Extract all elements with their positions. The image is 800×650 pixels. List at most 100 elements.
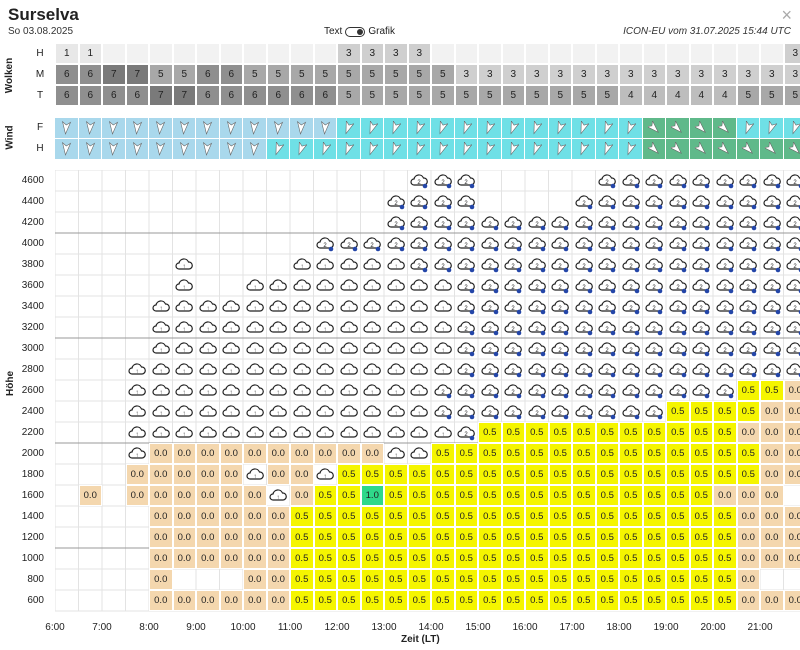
svg-text:↑: ↑ xyxy=(159,432,162,438)
cumulus-icon: ↑ xyxy=(384,380,408,401)
thermal-cell: 0.0 xyxy=(760,548,784,569)
svg-text:↑: ↑ xyxy=(418,327,421,333)
thermal-cell: 0.5 xyxy=(478,464,502,485)
cloud-cell: 5 xyxy=(572,85,596,106)
wind-arrow-icon xyxy=(548,139,572,160)
thermal-cell: 0.0 xyxy=(172,443,196,464)
cloud-row-label: T xyxy=(36,90,44,101)
cloud-cell: 3 xyxy=(619,64,643,85)
thermal-cell: 0.0 xyxy=(219,548,243,569)
svg-text:↑: ↑ xyxy=(347,327,350,333)
thermal-cell: 0.5 xyxy=(290,569,314,590)
svg-text:↑: ↑ xyxy=(394,432,397,438)
rain-cloud-icon: 2 xyxy=(666,275,690,296)
cloud-cell: 5 xyxy=(384,64,408,85)
svg-text:↑: ↑ xyxy=(277,432,280,438)
toggle-text-label: Text xyxy=(324,26,343,37)
cumulus-icon: ↑ xyxy=(220,296,244,317)
cloud-cell xyxy=(454,43,478,64)
wind-row-label: F xyxy=(36,122,44,133)
rain-cloud-icon: 2 xyxy=(596,212,620,233)
x-tick-label: 19:00 xyxy=(653,622,679,633)
rain-cloud-icon: 2 xyxy=(455,254,479,275)
thermal-cell: 0.0 xyxy=(783,422,800,443)
thermal-cell: 0.5 xyxy=(431,464,455,485)
thermal-cell: 0.5 xyxy=(360,569,384,590)
rain-cloud-icon: 2 xyxy=(760,170,784,191)
wind-arrow-icon xyxy=(736,139,760,160)
wind-arrow-icon xyxy=(666,139,690,160)
thermal-cell: 0.5 xyxy=(478,485,502,506)
rain-cloud-icon: 2 xyxy=(690,380,714,401)
cumulus-icon: ↑ xyxy=(431,338,455,359)
cumulus-icon: ↑ xyxy=(220,338,244,359)
wind-arrow-icon xyxy=(290,118,314,139)
thermal-cell: 0.5 xyxy=(384,527,408,548)
svg-text:↑: ↑ xyxy=(418,348,421,354)
thermal-cell: 0.5 xyxy=(619,443,643,464)
thermal-cell: 0.0 xyxy=(290,485,314,506)
rain-cloud-icon: 2 xyxy=(619,338,643,359)
cumulus-icon: ↑ xyxy=(431,359,455,380)
cumulus-icon: ↑ xyxy=(290,359,314,380)
thermal-cell: 0.5 xyxy=(642,569,666,590)
cloud-row-label: H xyxy=(36,48,44,59)
view-toggle[interactable]: Text Grafik xyxy=(324,26,395,37)
cloud-cell: 6 xyxy=(102,85,126,106)
thermal-cell: 0.0 xyxy=(783,548,800,569)
svg-text:↑: ↑ xyxy=(371,432,374,438)
svg-text:↑: ↑ xyxy=(253,390,256,396)
cumulus-icon: ↑ xyxy=(149,401,173,422)
wind-arrow-icon xyxy=(313,118,337,139)
close-icon[interactable]: × xyxy=(781,6,792,24)
rain-cloud-icon: 2 xyxy=(549,233,573,254)
svg-text:↑: ↑ xyxy=(418,369,421,375)
svg-text:↑: ↑ xyxy=(183,348,186,354)
cumulus-icon: ↑ xyxy=(384,338,408,359)
wind-arrow-icon xyxy=(149,139,173,160)
svg-text:↑: ↑ xyxy=(371,369,374,375)
thermal-cell: 0.5 xyxy=(713,422,737,443)
cloud-cell: 5 xyxy=(525,85,549,106)
cloud-cell xyxy=(290,43,314,64)
wind-arrow-icon xyxy=(501,139,525,160)
svg-text:↑: ↑ xyxy=(371,264,374,270)
wind-arrow-icon xyxy=(384,139,408,160)
svg-text:↑: ↑ xyxy=(371,390,374,396)
wind-arrow-icon xyxy=(102,139,126,160)
cloud-cell xyxy=(572,43,596,64)
rain-cloud-icon: 2 xyxy=(478,275,502,296)
cloud-cell: 5 xyxy=(337,64,361,85)
svg-text:↑: ↑ xyxy=(324,264,327,270)
thermal-cell: 0.5 xyxy=(501,422,525,443)
svg-text:↑: ↑ xyxy=(206,369,209,375)
thermal-cell: 0.5 xyxy=(760,380,784,401)
x-tick-label: 11:00 xyxy=(277,622,303,633)
y-tick-label: 3000 xyxy=(21,343,44,354)
cumulus-icon: ↑ xyxy=(196,422,220,443)
cloud-cell: 5 xyxy=(172,64,196,85)
cumulus-icon: ↑ xyxy=(408,401,432,422)
wind-arrow-icon xyxy=(642,139,666,160)
cumulus-icon: ↑ xyxy=(243,380,267,401)
thermal-cell: 0.5 xyxy=(501,527,525,548)
cloud-row-label: M xyxy=(35,69,45,80)
rain-cloud-icon: 2 xyxy=(643,359,667,380)
cumulus-icon: ↑ xyxy=(384,401,408,422)
cumulus-icon: ↑ xyxy=(337,380,361,401)
thermal-cell: 0.0 xyxy=(243,443,267,464)
y-tick-label: 1400 xyxy=(21,511,44,522)
cumulus-icon: ↑ xyxy=(337,254,361,275)
rain-cloud-icon: 2 xyxy=(478,380,502,401)
svg-text:↑: ↑ xyxy=(277,369,280,375)
cumulus-icon: ↑ xyxy=(290,401,314,422)
thermal-cell: 0.0 xyxy=(219,590,243,611)
thermal-cell: 0.5 xyxy=(337,569,361,590)
rain-cloud-icon: 2 xyxy=(760,317,784,338)
cloud-cell: 3 xyxy=(548,64,572,85)
thermal-cell: 1.0 xyxy=(360,485,384,506)
cloud-cell: 3 xyxy=(454,64,478,85)
wind-arrow-icon xyxy=(572,139,596,160)
toggle-switch[interactable] xyxy=(345,26,366,37)
svg-text:↑: ↑ xyxy=(347,432,350,438)
